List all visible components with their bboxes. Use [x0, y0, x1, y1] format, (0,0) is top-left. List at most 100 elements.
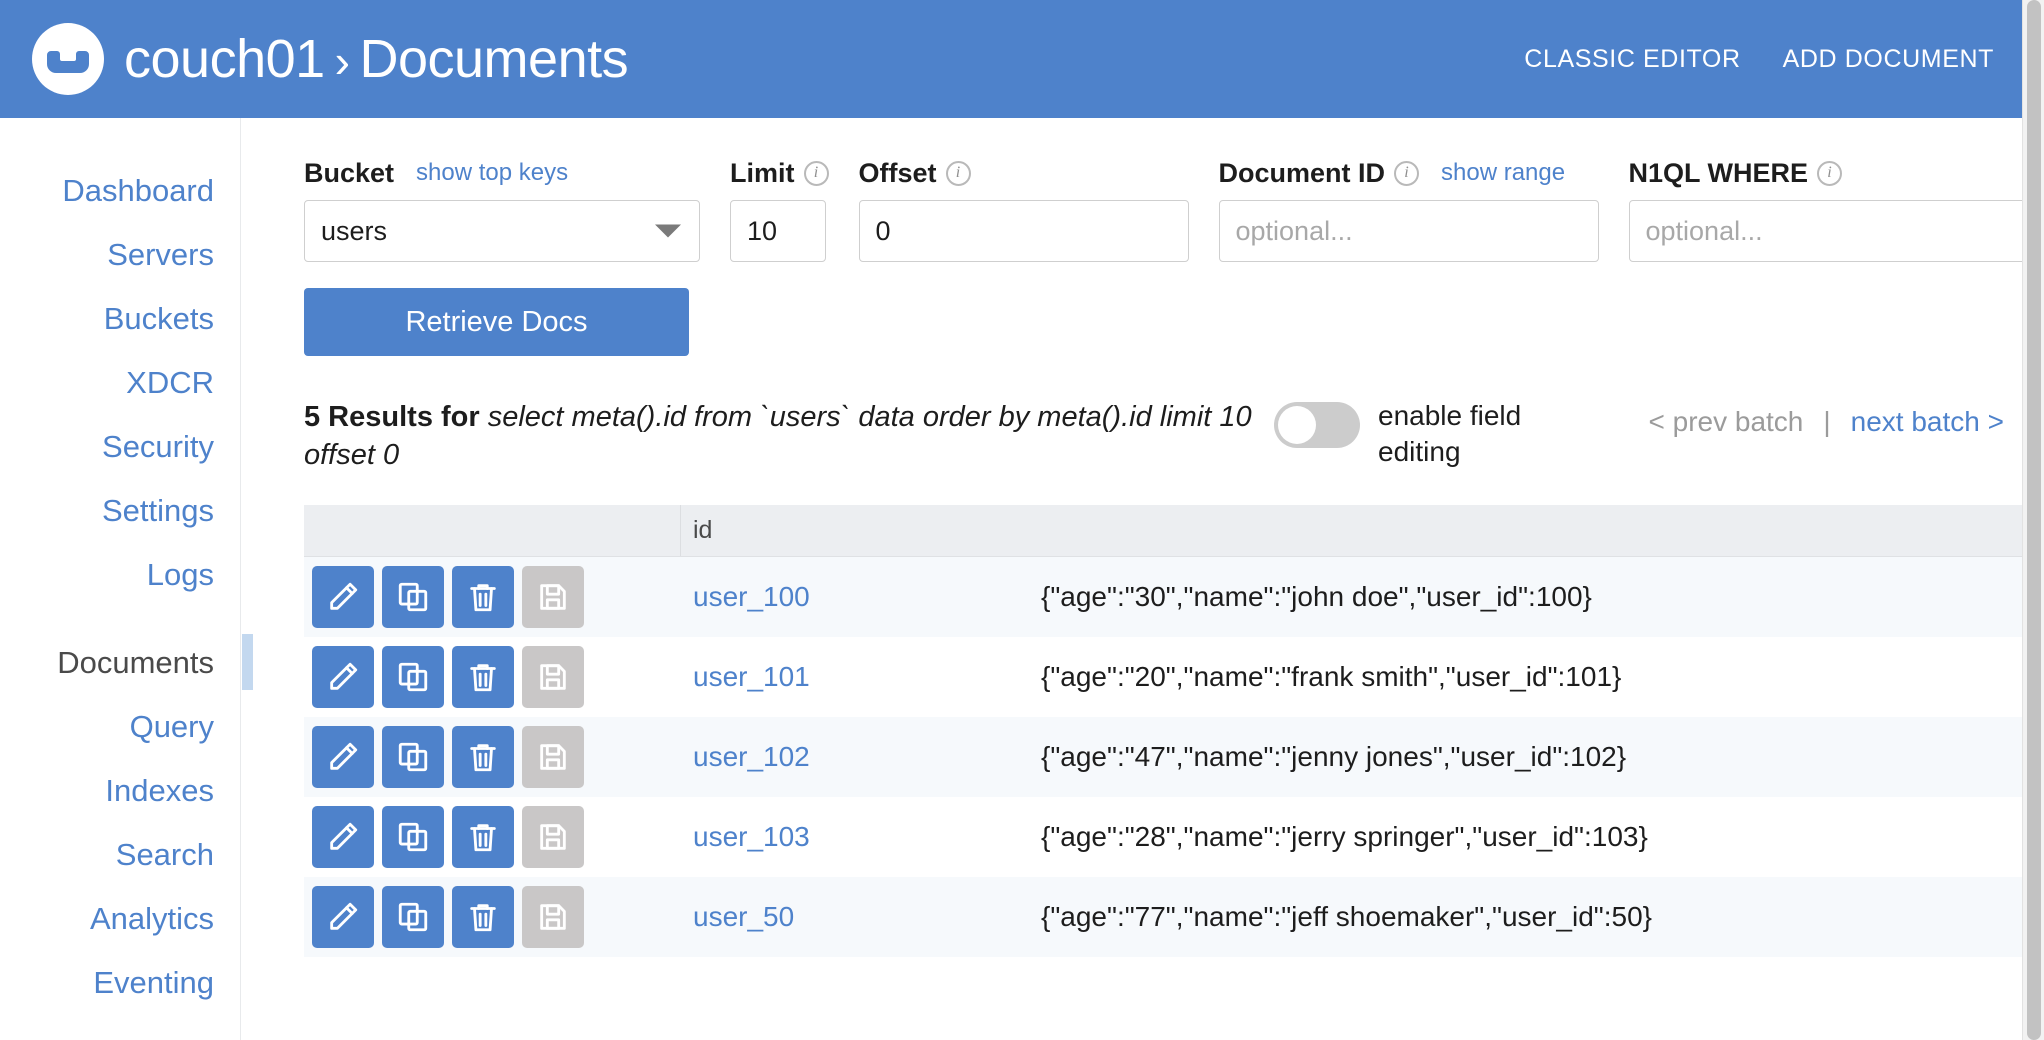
breadcrumb-separator: › — [334, 35, 350, 87]
filters-panel: Bucket show top keys users Limit i 10 Of… — [241, 118, 2035, 262]
copy-document-button[interactable] — [382, 725, 444, 788]
cluster-name: couch01 — [124, 29, 325, 89]
prev-batch-link[interactable]: < prev batch — [1649, 406, 1804, 438]
classic-editor-button[interactable]: CLASSIC EDITOR — [1524, 45, 1740, 74]
save-document-button[interactable] — [522, 565, 584, 628]
edit-document-button[interactable] — [312, 805, 374, 868]
table-header-id: id — [693, 515, 713, 544]
delete-document-button[interactable] — [452, 725, 514, 788]
copy-document-button[interactable] — [382, 805, 444, 868]
scrollbar-thumb[interactable] — [2027, 0, 2041, 1040]
sidebar-item-label: Settings — [101, 492, 214, 528]
copy-document-button[interactable] — [382, 885, 444, 948]
toggle-knob — [1278, 406, 1316, 444]
row-actions — [304, 645, 681, 708]
offset-input[interactable] — [858, 200, 1189, 262]
sidebar-item-label: Servers — [107, 236, 214, 272]
edit-document-button[interactable] — [312, 885, 374, 948]
save-document-button[interactable] — [522, 885, 584, 948]
sidebar-item-documents[interactable]: Documents — [0, 630, 253, 694]
document-content: {"age":"77","name":"jeff shoemaker","use… — [1041, 900, 1653, 932]
bucket-label-row: Bucket show top keys — [304, 156, 700, 190]
document-id-link[interactable]: user_102 — [681, 741, 981, 773]
save-document-button[interactable] — [522, 645, 584, 708]
save-document-button[interactable] — [522, 725, 584, 788]
row-actions — [304, 885, 681, 948]
page-title: couch01 › Documents — [124, 28, 629, 90]
n1ql-where-label-row: N1QL WHERE i — [1629, 156, 2035, 190]
sidebar-item-analytics[interactable]: Analytics — [0, 886, 240, 950]
edit-document-button[interactable] — [312, 645, 374, 708]
app-root: couch01 › Documents CLASSIC EDITOR ADD DOC… — [0, 0, 2044, 1040]
add-document-button[interactable]: ADD DOCUMENT — [1783, 45, 1994, 74]
offset-label-row: Offset i — [859, 156, 1189, 190]
pagination-divider: | — [1823, 406, 1831, 437]
save-document-button[interactable] — [522, 805, 584, 868]
table-row: user_103 {"age":"28","name":"jerry sprin… — [304, 796, 2022, 877]
sidebar-nav: Dashboard Servers Buckets XDCR Security … — [0, 118, 253, 1040]
info-icon[interactable]: i — [1817, 160, 1843, 186]
show-range-link[interactable]: show range — [1441, 159, 1565, 187]
table-row: user_100 {"age":"30","name":"john doe","… — [304, 556, 2022, 637]
offset-field: Offset i — [858, 156, 1189, 262]
sidebar-item-dashboard[interactable]: Dashboard — [0, 158, 240, 222]
sidebar-item-query[interactable]: Query — [0, 694, 240, 758]
results-count: 5 Results for — [304, 401, 480, 433]
sidebar-item-label: Buckets — [103, 300, 214, 336]
delete-document-button[interactable] — [452, 885, 514, 948]
sidebar-item-eventing[interactable]: Eventing — [0, 950, 240, 1014]
delete-document-button[interactable] — [452, 565, 514, 628]
document-id-link[interactable]: user_101 — [681, 661, 981, 693]
show-top-keys-link[interactable]: show top keys — [416, 159, 568, 187]
limit-input[interactable] — [730, 200, 826, 262]
n1ql-where-input[interactable] — [1628, 200, 2035, 262]
sidebar-divider-gap — [0, 606, 240, 630]
sidebar-item-buckets[interactable]: Buckets — [0, 286, 240, 350]
document-id-link[interactable]: user_103 — [681, 821, 981, 853]
chevron-down-icon — [655, 224, 681, 238]
retrieve-docs-button[interactable]: Retrieve Docs — [304, 288, 689, 356]
sidebar-item-label: Logs — [146, 556, 214, 592]
bucket-label: Bucket — [304, 157, 395, 188]
bucket-select[interactable]: users — [304, 200, 700, 262]
table-header-row: id — [304, 504, 2022, 557]
sidebar-item-logs[interactable]: Logs — [0, 542, 240, 606]
edit-document-button[interactable] — [312, 725, 374, 788]
app-header: couch01 › Documents CLASSIC EDITOR ADD DOC… — [0, 0, 2022, 118]
next-batch-link[interactable]: next batch > — [1851, 406, 2004, 438]
delete-document-button[interactable] — [452, 645, 514, 708]
row-actions — [304, 725, 681, 788]
limit-label: Limit — [730, 157, 795, 188]
vertical-scrollbar[interactable] — [2022, 0, 2044, 1040]
enable-field-editing-toggle[interactable] — [1274, 402, 1360, 448]
sidebar-item-indexes[interactable]: Indexes — [0, 758, 240, 822]
table-row: user_50 {"age":"77","name":"jeff shoemak… — [304, 876, 2022, 957]
bucket-field: Bucket show top keys users — [304, 156, 700, 262]
document-id-label-row: Document ID i show range — [1219, 156, 1599, 190]
section-name: Documents — [359, 29, 629, 89]
sidebar-item-xdcr[interactable]: XDCR — [0, 350, 240, 414]
info-icon[interactable]: i — [1394, 160, 1420, 186]
sidebar-item-security[interactable]: Security — [0, 414, 240, 478]
copy-document-button[interactable] — [382, 565, 444, 628]
sidebar-item-search[interactable]: Search — [0, 822, 240, 886]
document-id-link[interactable]: user_100 — [681, 581, 981, 613]
field-editing-toggle-wrap: enable field editing — [1274, 398, 1548, 471]
sidebar-item-label: Dashboard — [62, 172, 214, 208]
bucket-selected-value: users — [321, 215, 388, 246]
delete-document-button[interactable] — [452, 805, 514, 868]
offset-label: Offset — [858, 157, 937, 188]
copy-document-button[interactable] — [382, 645, 444, 708]
sidebar-item-label: Documents — [57, 644, 214, 680]
edit-document-button[interactable] — [312, 565, 374, 628]
document-id-input[interactable] — [1218, 200, 1599, 262]
info-icon[interactable]: i — [945, 160, 971, 186]
sidebar-item-settings[interactable]: Settings — [0, 478, 240, 542]
document-id-link[interactable]: user_50 — [681, 901, 981, 933]
sidebar-item-label: XDCR — [126, 364, 214, 400]
info-icon[interactable]: i — [803, 160, 829, 186]
sidebar-item-servers[interactable]: Servers — [0, 222, 240, 286]
results-summary: 5 Results for select meta().id from `use… — [304, 398, 1264, 475]
documents-table: id user_100 {"age":"30","name":"john doe… — [304, 504, 2022, 957]
n1ql-where-field: N1QL WHERE i — [1628, 156, 2035, 262]
